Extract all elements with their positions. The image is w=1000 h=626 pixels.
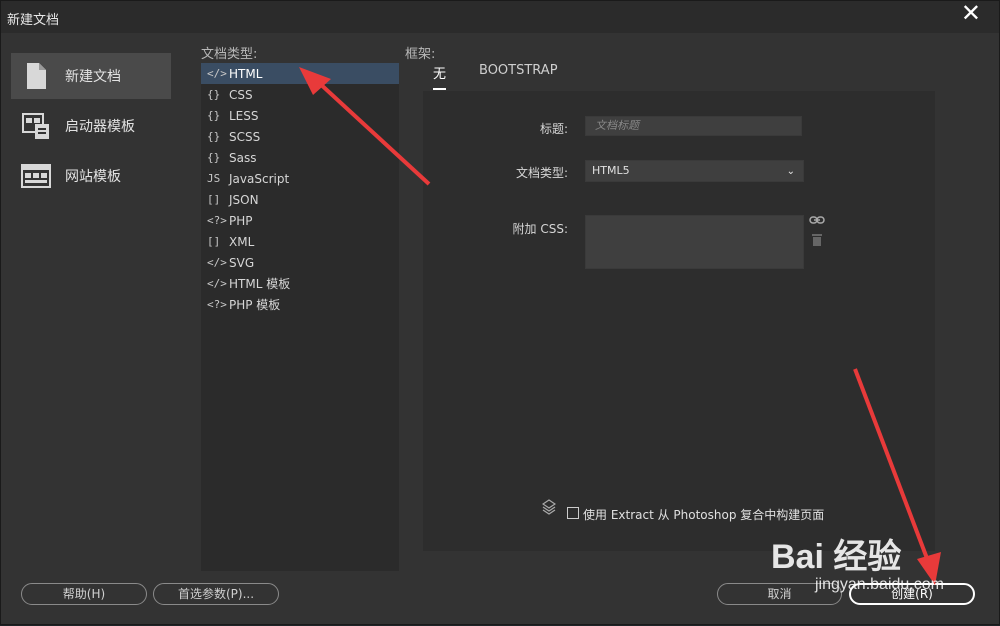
code-icon: </> <box>207 256 227 269</box>
doc-type-less[interactable]: {} LESS <box>201 105 399 126</box>
doc-type-xml[interactable]: [] XML <box>201 231 399 252</box>
list-item-label: SCSS <box>229 129 261 144</box>
close-icon[interactable]: ✕ <box>961 1 981 25</box>
doc-type-svg[interactable]: </> SVG <box>201 252 399 273</box>
new-document-dialog: 新建文档 ✕ 新建文档 启动器模板 网站模板 文档类型: </> HTML {}… <box>0 0 1000 625</box>
php-icon: <?> <box>207 298 227 311</box>
data-file-icon: [] <box>207 193 221 206</box>
doc-type-css[interactable]: {} CSS <box>201 84 399 105</box>
framework-panel: 标题: 文档标题 文档类型: HTML5 ⌄ 附加 CSS: 使用 Extrac… <box>423 91 935 551</box>
watermark-logo: Bai 经验 <box>771 538 902 576</box>
chevron-down-icon: ⌄ <box>786 166 795 177</box>
attach-css-label: 附加 CSS: <box>512 222 568 236</box>
baidu-watermark: Bai 经验 jingyan.baidu.com <box>771 521 971 601</box>
doc-type-php[interactable]: <?> PHP <box>201 210 399 231</box>
category-label: 启动器模板 <box>65 119 135 135</box>
doc-type-javascript[interactable]: JS JavaScript <box>201 168 399 189</box>
list-item-label: PHP <box>229 213 253 228</box>
list-item-label: HTML <box>229 66 263 81</box>
braces-icon: {} <box>207 88 221 101</box>
list-item-label: JavaScript <box>229 171 290 186</box>
doc-type-scss[interactable]: {} SCSS <box>201 126 399 147</box>
braces-icon: {} <box>207 130 221 143</box>
tab-none[interactable]: 无 <box>433 63 447 90</box>
window-title: 新建文档 <box>7 13 60 28</box>
attach-css-list[interactable] <box>585 215 804 269</box>
watermark-url: jingyan.baidu.com <box>815 576 944 593</box>
list-item-label: CSS <box>229 87 253 102</box>
doc-type-heading: 文档类型: <box>201 47 258 62</box>
title-label: 标题: <box>539 122 568 136</box>
php-icon: <?> <box>207 214 227 227</box>
doctype-label: 文档类型: <box>515 166 568 180</box>
layers-icon <box>542 499 556 515</box>
category-panel: 新建文档 启动器模板 网站模板 <box>11 53 176 203</box>
code-icon: </> <box>207 277 227 290</box>
category-new-document[interactable]: 新建文档 <box>11 53 171 99</box>
document-icon <box>27 63 46 89</box>
list-item-label: HTML 模板 <box>229 277 291 291</box>
list-item-label: PHP 模板 <box>229 298 281 312</box>
list-item-label: Sass <box>229 150 257 165</box>
list-item-label: JSON <box>229 192 259 207</box>
category-label: 网站模板 <box>65 169 121 185</box>
doc-type-list: </> HTML {} CSS {} LESS {} SCSS {} Sass … <box>201 63 399 571</box>
link-icon[interactable] <box>809 215 825 225</box>
list-item-label: LESS <box>229 108 259 123</box>
doctype-select[interactable]: HTML5 ⌄ <box>585 160 804 182</box>
framework-heading: 框架: <box>405 47 436 62</box>
doc-type-html-template[interactable]: </> HTML 模板 <box>201 273 399 294</box>
doc-type-json[interactable]: [] JSON <box>201 189 399 210</box>
category-label: 新建文档 <box>65 69 121 85</box>
title-input[interactable]: 文档标题 <box>585 116 802 136</box>
tab-bootstrap[interactable]: BOOTSTRAP <box>479 63 558 78</box>
category-site-templates[interactable]: 网站模板 <box>11 153 171 199</box>
help-button[interactable]: 帮助(H) <box>21 583 147 605</box>
doc-type-php-template[interactable]: <?> PHP 模板 <box>201 294 399 315</box>
braces-icon: {} <box>207 151 221 164</box>
doc-type-sass[interactable]: {} Sass <box>201 147 399 168</box>
preferences-button[interactable]: 首选参数(P)... <box>153 583 279 605</box>
doc-type-html[interactable]: </> HTML <box>201 63 399 84</box>
script-icon: JS <box>207 172 221 185</box>
list-item-label: XML <box>229 234 255 249</box>
list-item-label: SVG <box>229 255 255 270</box>
braces-icon: {} <box>207 109 221 122</box>
trash-icon[interactable] <box>811 233 823 246</box>
doctype-value: HTML5 <box>592 164 630 177</box>
title-bar: 新建文档 ✕ <box>1 1 999 33</box>
starter-template-icon <box>22 113 49 139</box>
code-icon: </> <box>207 67 227 80</box>
category-starter-templates[interactable]: 启动器模板 <box>11 103 171 149</box>
site-template-icon <box>21 164 51 188</box>
extract-checkbox[interactable] <box>567 507 579 519</box>
data-file-icon: [] <box>207 235 221 248</box>
